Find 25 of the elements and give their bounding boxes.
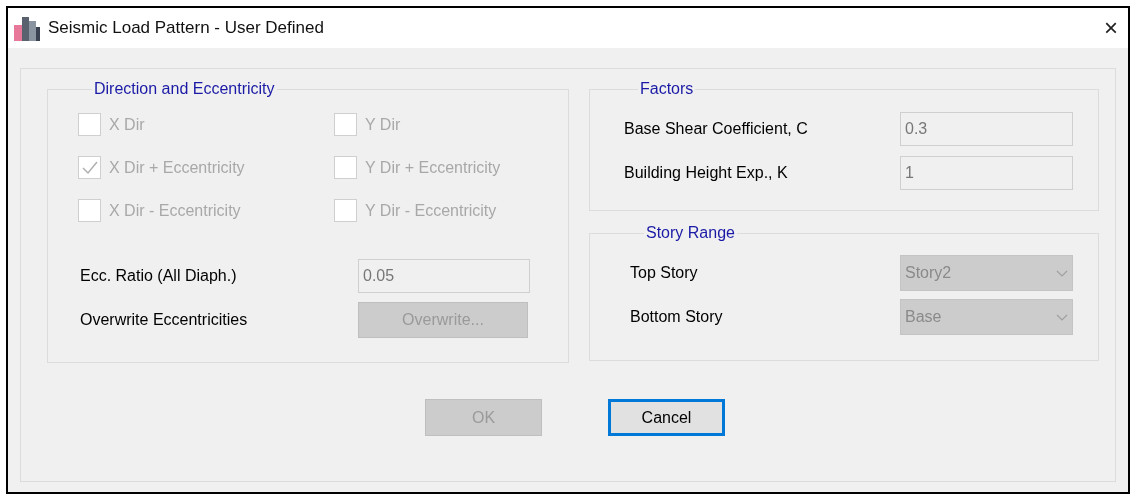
checkbox-label: Y Dir - Eccentricity <box>365 200 497 221</box>
field-label: Building Height Exp., K <box>624 163 789 183</box>
checkbox-label: Y Dir <box>365 114 401 135</box>
field-label: Overwrite Eccentricities <box>80 310 249 330</box>
checkbox-label: X Dir <box>109 114 145 135</box>
value-field[interactable]: 0.3 <box>900 112 1073 146</box>
group-title: Story Range <box>645 223 736 243</box>
checkbox-label: Y Dir + Eccentricity <box>365 157 501 178</box>
chevron-down-icon <box>1056 313 1068 321</box>
dialog-button[interactable]: Cancel <box>608 399 725 436</box>
group-title: Factors <box>639 79 695 99</box>
field-label: Ecc. Ratio (All Diaph.) <box>80 266 238 286</box>
chevron-down-icon <box>1056 269 1068 277</box>
value-field[interactable]: 1 <box>900 156 1073 190</box>
field-label: Bottom Story <box>630 307 724 327</box>
close-button[interactable]: × <box>1100 16 1122 40</box>
checkbox-label: X Dir + Eccentricity <box>109 157 245 178</box>
field-label: Base Shear Coefficient, C <box>624 119 809 139</box>
window-title: Seismic Load Pattern - User Defined <box>48 17 324 40</box>
checkbox-label: X Dir - Eccentricity <box>109 200 241 221</box>
field-label: Top Story <box>630 263 699 283</box>
checkmark-icon <box>81 160 98 175</box>
ecc-ratio-field[interactable]: 0.05 <box>358 259 530 293</box>
group-title: Direction and Eccentricity <box>93 79 276 99</box>
buildings-icon <box>14 15 40 41</box>
